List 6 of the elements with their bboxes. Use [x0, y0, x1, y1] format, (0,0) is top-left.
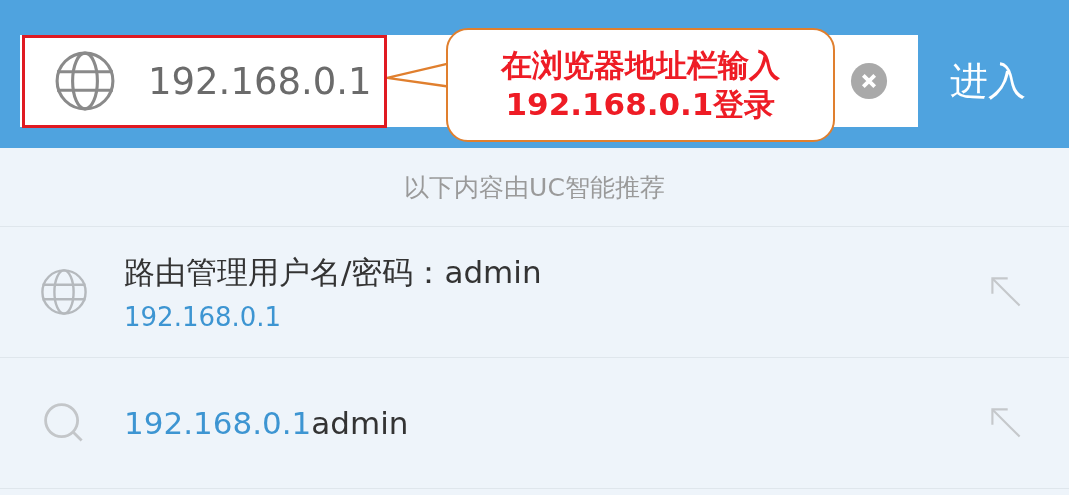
recommendation-hint: 以下内容由UC智能推荐 [0, 148, 1069, 227]
suggestion-url: 192.168.0.1 [124, 302, 283, 332]
suggestion-title: 路由管理用户名/密码：admin [124, 253, 543, 292]
suggestion-text: 192.168.0.1admin [124, 405, 410, 441]
url-text: 192.168.0.1 [148, 59, 372, 103]
callout-text: 在浏览器地址栏输入 192.168.0.1登录 [501, 46, 780, 124]
